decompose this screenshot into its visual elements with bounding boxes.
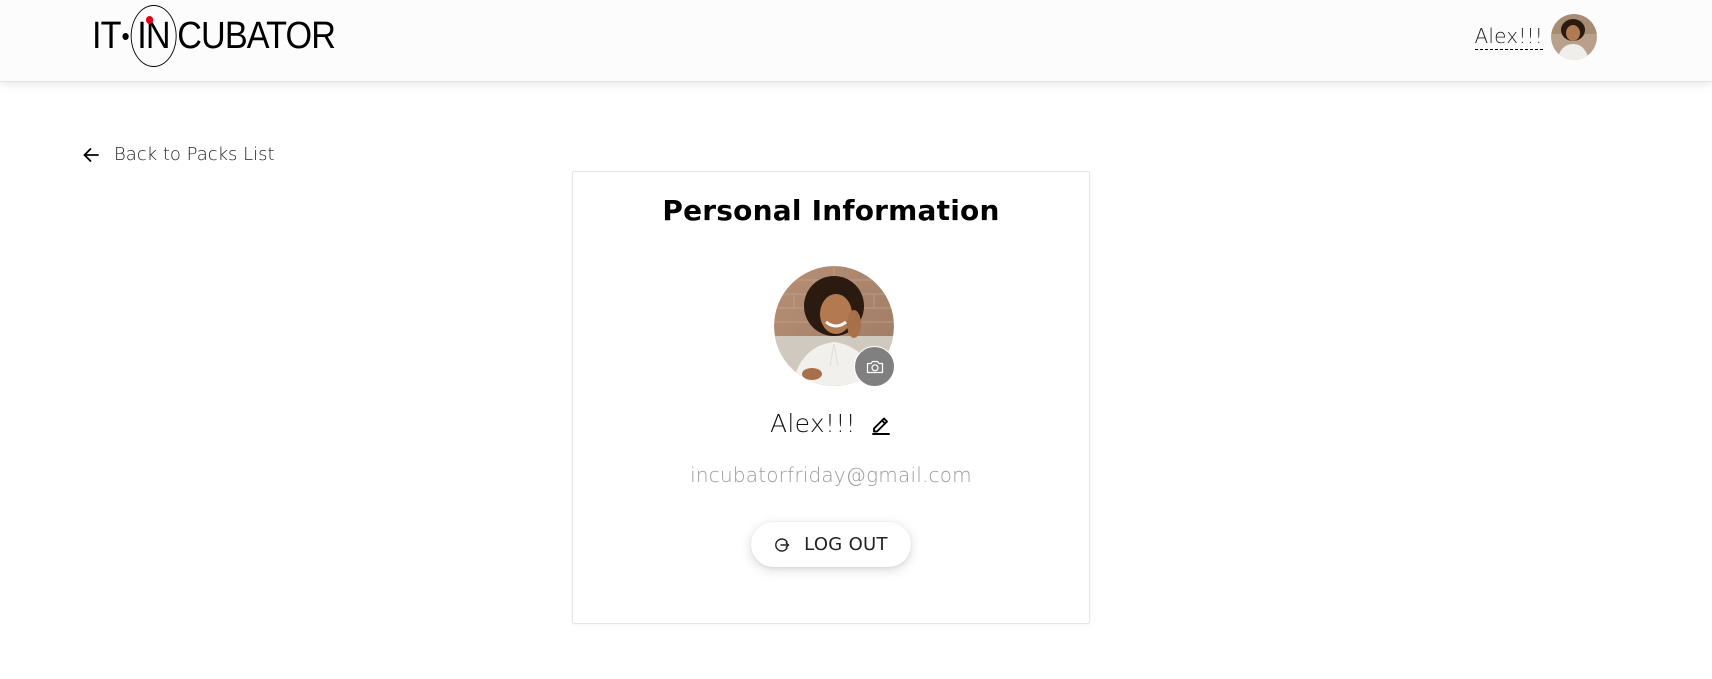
user-menu[interactable]: Alex!!! bbox=[1474, 14, 1597, 60]
logout-label: LOG OUT bbox=[804, 534, 888, 555]
logout-button[interactable]: LOG OUT bbox=[751, 522, 911, 567]
logo-text-cubator: CUBATOR bbox=[177, 14, 336, 57]
app-header: IT • IN CUBATOR Alex!!! bbox=[0, 0, 1712, 81]
it-incubator-logo[interactable]: IT • IN CUBATOR bbox=[92, 4, 336, 68]
logout-icon bbox=[775, 537, 790, 552]
profile-avatar-container bbox=[774, 266, 895, 387]
logo-text-it: IT bbox=[92, 14, 121, 57]
arrow-left-icon bbox=[83, 147, 99, 162]
pencil-icon bbox=[872, 417, 890, 435]
back-to-packs-link[interactable]: Back to Packs List bbox=[82, 144, 275, 165]
change-avatar-button[interactable] bbox=[854, 346, 895, 387]
camera-icon bbox=[866, 360, 883, 373]
user-avatar-icon[interactable] bbox=[1551, 14, 1597, 60]
profile-name-row: Alex!!! bbox=[573, 409, 1089, 438]
personal-info-card: Personal Information Alex!!! incubatorfr… bbox=[572, 171, 1090, 624]
logo-red-dot bbox=[145, 16, 154, 24]
page-title: Personal Information bbox=[662, 194, 1000, 227]
profile-name: Alex!!! bbox=[770, 409, 856, 438]
logo-ring: IN bbox=[130, 5, 177, 67]
logo-dot: • bbox=[121, 20, 130, 51]
profile-email: incubatorfriday@gmail.com bbox=[690, 463, 972, 487]
logo-text-in: IN bbox=[137, 14, 170, 57]
header-user-name[interactable]: Alex!!! bbox=[1474, 24, 1543, 50]
edit-name-button[interactable] bbox=[870, 413, 892, 435]
back-link-label: Back to Packs List bbox=[114, 144, 275, 165]
